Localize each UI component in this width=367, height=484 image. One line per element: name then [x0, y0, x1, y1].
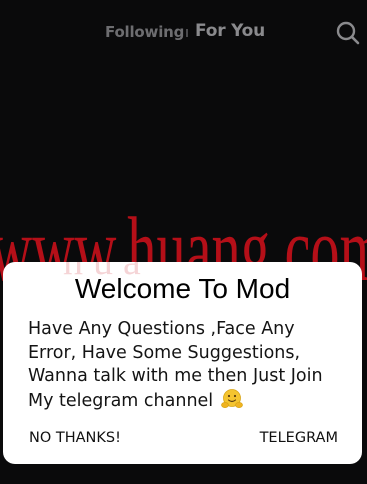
no-thanks-button[interactable]: NO THANKS! [29, 430, 121, 446]
message-line: Error, Have Some Suggestions, [28, 342, 301, 363]
telegram-button[interactable]: TELEGRAM [260, 430, 338, 446]
tab-divider [186, 29, 188, 37]
top-navigation: Following For You [0, 20, 367, 48]
app-screen: www.huang.com Following For You h u a We… [0, 0, 367, 484]
tab-following[interactable]: Following [105, 23, 184, 41]
dialog-title: Welcome To Mod [74, 273, 291, 304]
welcome-dialog: h u a Welcome To Mod Have Any Questions … [3, 262, 362, 464]
message-line: My telegram channel [28, 390, 214, 411]
message-line-last: My telegram channel [28, 388, 353, 417]
search-icon[interactable] [335, 20, 361, 46]
dialog-message: Have Any Questions ,Face Any Error, Have… [28, 318, 353, 416]
message-line: Wanna talk with me then Just Join [28, 366, 323, 386]
tab-for-you[interactable]: For You [195, 21, 265, 41]
hugging-face-emoji-icon [220, 388, 243, 417]
message-line: Have Any Questions ,Face Any [28, 319, 295, 339]
